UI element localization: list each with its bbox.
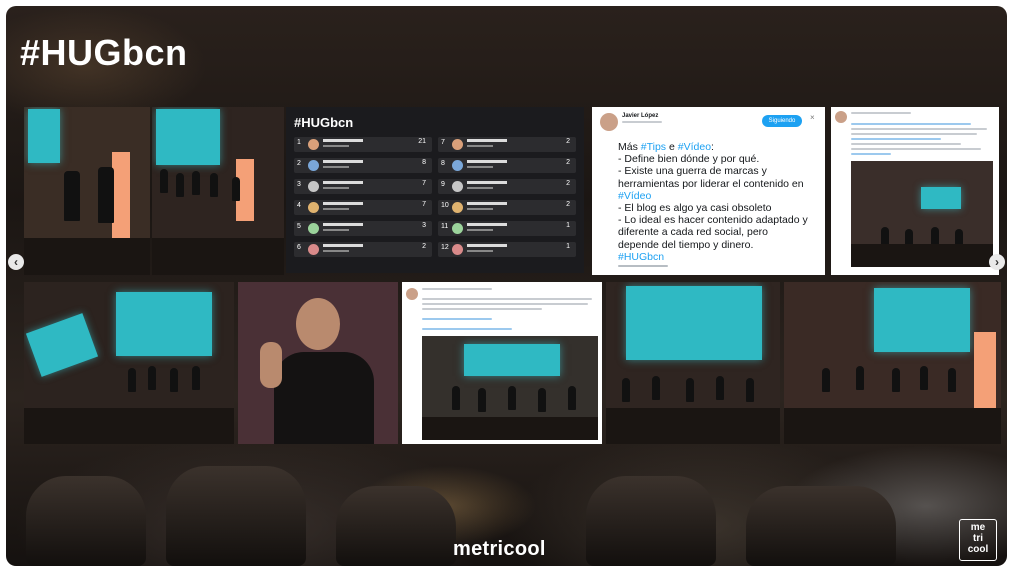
leaderboard-row: 1 21 [294,137,432,152]
tweet-line: - Existe una guerra de marcas y [618,165,767,178]
tweet-line: - El blog es algo ya casi obsoleto [618,202,772,214]
tweet-line: herramientas por liderar el contenido en [618,177,804,190]
avatar [452,139,463,150]
photo-panel-speaker[interactable] [238,282,398,444]
slideshow-frame: #HUGbcn #HUGbcn 1 21 2 8 3 7 4 7 5 3 6 2 7 2 8 2 9 2 10 2 1… [6,6,1007,566]
leaderboard-row: 72 [438,137,576,152]
avatar [308,160,319,171]
brand-name: metricool [453,538,546,560]
tweet-line: #Vídeo [618,189,652,202]
photo-panel-stage-1[interactable] [24,107,150,275]
avatar [600,113,618,131]
leaderboard-row: 82 [438,158,576,173]
avatar [452,223,463,234]
leaderboard-row: 37 [294,179,432,194]
leaderboard-rank: 7 [441,139,445,146]
leaderboard-value: 8 [422,159,426,166]
leaderboard-value: 2 [566,201,570,208]
leaderboard-value: 3 [422,222,426,229]
leaderboard-value: 2 [422,243,426,250]
avatar [308,139,319,150]
tweet-author: Javier López [622,113,659,119]
background-seat [336,486,456,566]
leaderboard-rank: 8 [441,160,445,167]
hashtag-title: #HUGbcn [20,32,188,73]
leaderboard-row: 53 [294,221,432,236]
avatar [308,244,319,255]
background-seat [586,476,716,566]
avatar [452,181,463,192]
tweet-line: diferente a cada red social, pero [618,226,769,239]
avatar [308,202,319,213]
brand-logo: me tri cool [959,519,997,561]
leaderboard-value: 1 [566,222,570,229]
photo-panel-stage-4[interactable] [606,282,780,444]
avatar [452,202,463,213]
avatar [308,181,319,192]
leaderboard-row: 10 2 [438,200,576,215]
tweet-line: depende del tiempo y dinero. [618,238,754,251]
prev-arrow-button[interactable]: ‹ [8,254,24,270]
avatar [452,160,463,171]
leaderboard-rank: 4 [297,202,301,209]
leaderboard-row: 28 [294,158,432,173]
photo-panel-stage-3[interactable] [24,282,234,444]
leaderboard-title: #HUGbcn [294,115,354,130]
leaderboard-value: 2 [566,180,570,187]
background-seat [746,486,896,566]
leaderboard-value: 7 [422,201,426,208]
tweet-line: - Lo ideal es hacer contenido adaptado y [618,214,808,227]
leaderboard-row: 92 [438,179,576,194]
leaderboard-rank: 5 [297,223,301,230]
avatar [452,244,463,255]
tweet-line: - Define bien dónde y por qué. [618,153,760,166]
chevron-left-icon: ‹ [14,255,18,269]
tweet-card-photo[interactable] [831,107,999,275]
photo-panel-stage-2[interactable] [152,107,284,275]
leaderboard-rank: 12 [441,244,449,251]
background-seat [26,476,146,566]
leaderboard-rank: 1 [297,139,301,146]
follow-button[interactable]: Siguiendo [762,115,802,127]
tweet-card-stage[interactable] [402,282,602,444]
leaderboard-row: 62 [294,242,432,257]
background-seat [166,466,306,566]
leaderboard-row: 47 [294,200,432,215]
tweet-card-main[interactable]: Javier López Siguiendo × Más #Tips e #Ví… [592,107,825,275]
leaderboard-rank: 3 [297,181,301,188]
leaderboard-value: 21 [418,138,426,145]
close-icon[interactable]: × [810,113,815,122]
leaderboard-value: 2 [566,138,570,145]
leaderboard-row: 11 1 [438,221,576,236]
leaderboard-panel[interactable]: #HUGbcn 1 21 2 8 3 7 4 7 5 3 6 2 7 2 8 2 9 2 10 2 11 1 12 1 [286,107,584,273]
avatar [406,288,418,300]
chevron-right-icon: › [995,255,999,269]
leaderboard-rank: 6 [297,244,301,251]
next-arrow-button[interactable]: › [989,254,1005,270]
leaderboard-value: 7 [422,180,426,187]
leaderboard-value: 1 [566,243,570,250]
leaderboard-rank: 2 [297,160,301,167]
avatar [835,111,847,123]
tweet-line: #HUGbcn [618,250,665,263]
photo-panel-stage-5[interactable] [784,282,1001,444]
leaderboard-rank: 9 [441,181,445,188]
leaderboard-rank: 10 [441,202,449,209]
tweet-line: Más #Tips e #Vídeo: [618,141,714,153]
leaderboard-row: 12 1 [438,242,576,257]
leaderboard-rank: 11 [441,223,449,230]
leaderboard-value: 2 [566,159,570,166]
avatar [308,223,319,234]
